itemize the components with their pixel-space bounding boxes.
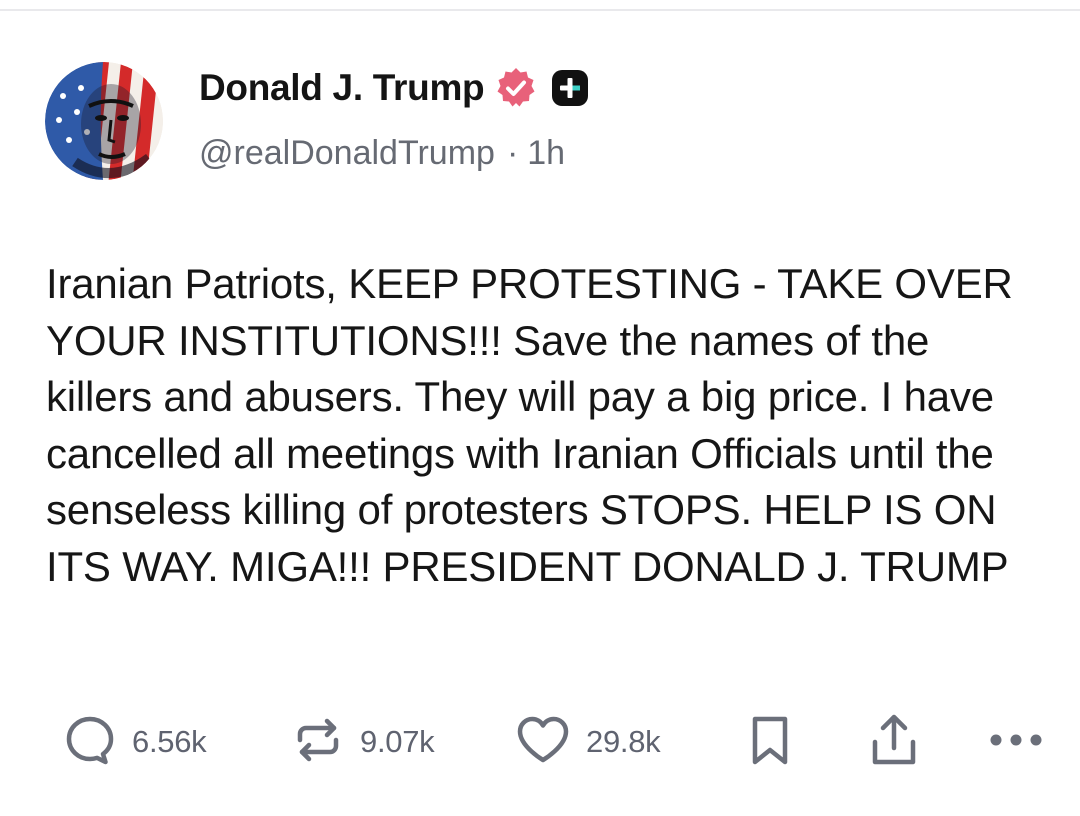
avatar[interactable] <box>45 62 163 180</box>
reply-icon <box>62 712 118 773</box>
author-handle[interactable]: @realDonaldTrump <box>199 134 495 173</box>
more-icon <box>986 730 1046 755</box>
repost-count: 9.07k <box>360 724 435 759</box>
verified-badge-icon <box>494 66 538 110</box>
share-icon <box>866 710 922 775</box>
author-display-name[interactable]: Donald J. Trump <box>199 67 485 109</box>
share-button[interactable] <box>866 710 922 774</box>
top-divider <box>0 9 1080 11</box>
bookmark-icon <box>746 712 794 773</box>
more-options-button[interactable] <box>986 710 1046 774</box>
avatar-image <box>45 62 163 180</box>
author-meta-row: @realDonaldTrump · 1h <box>199 134 565 173</box>
post-action-bar: 6.56k 9.07k 29.8k <box>0 710 1080 774</box>
like-count: 29.8k <box>586 724 661 759</box>
like-button[interactable]: 29.8k <box>514 710 661 774</box>
reply-count: 6.56k <box>132 724 207 759</box>
plus-icon <box>550 68 590 108</box>
heart-icon <box>514 712 572 773</box>
bookmark-button[interactable] <box>746 710 794 774</box>
repost-button[interactable]: 9.07k <box>290 710 435 774</box>
post-timestamp[interactable]: 1h <box>527 134 565 173</box>
author-name-row: Donald J. Trump <box>199 64 590 112</box>
post-text: Iranian Patriots, KEEP PROTESTING - TAKE… <box>46 260 1013 590</box>
meta-separator: · <box>506 134 519 172</box>
reply-button[interactable]: 6.56k <box>62 710 207 774</box>
repost-icon <box>290 712 346 773</box>
